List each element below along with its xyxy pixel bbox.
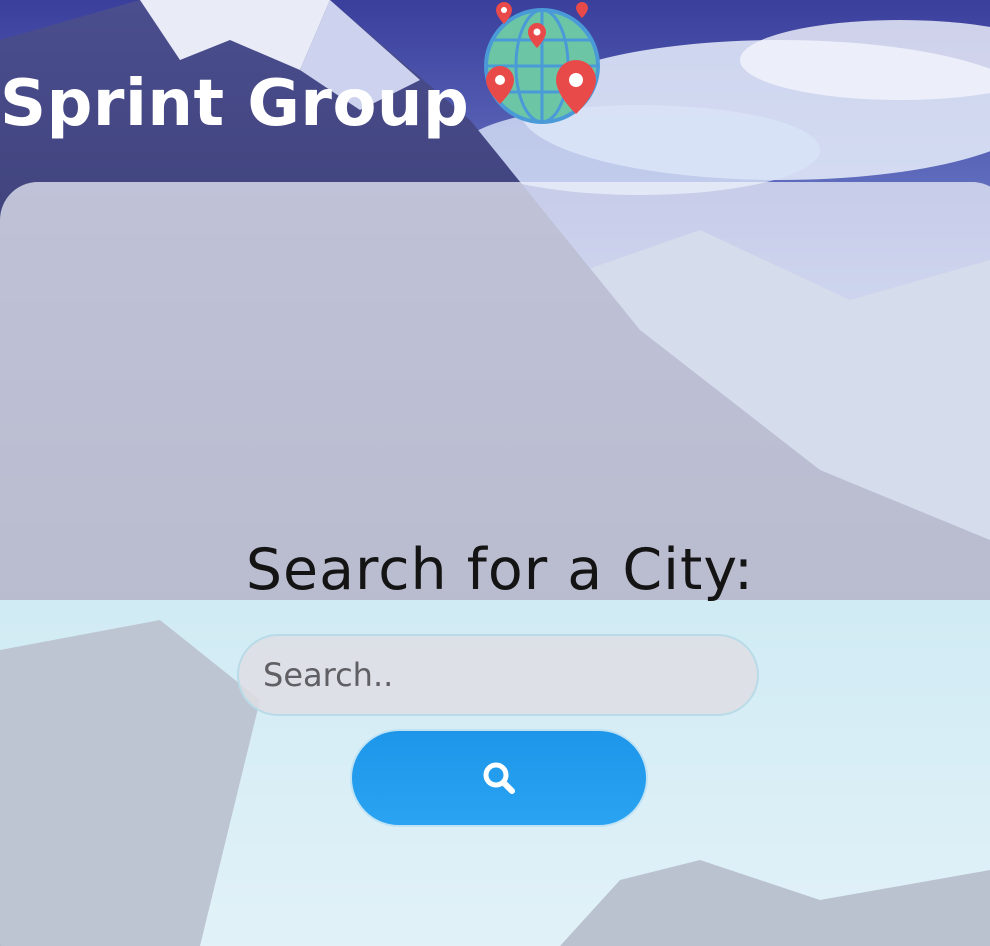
- globe-with-map-pins-icon: [484, 2, 600, 124]
- city-search-input[interactable]: [237, 634, 759, 716]
- search-heading: Search for a City:: [245, 537, 755, 603]
- search-icon: [483, 762, 515, 794]
- brand-title: Sprint Group: [0, 67, 470, 141]
- search-button[interactable]: [350, 729, 648, 827]
